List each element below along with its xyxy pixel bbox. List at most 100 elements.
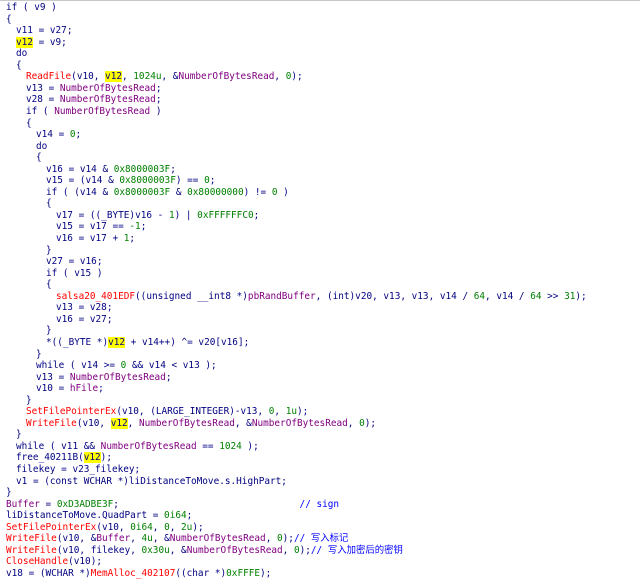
code-line[interactable]: v13 = v28; (6, 302, 112, 314)
code-line[interactable]: if ( v9 ) (6, 2, 57, 14)
variable-token[interactable]: v14 (80, 164, 97, 175)
variable-token[interactable]: v20 (198, 337, 215, 348)
global-name[interactable]: NumberOfBytesRead (70, 372, 166, 383)
pseudocode-view[interactable]: if ( v9 ){v11 = v27; v12 = v9; do{ReadFile… (0, 0, 640, 579)
code-line[interactable]: if ( NumberOfBytesRead ) (6, 106, 161, 118)
global-name[interactable]: NumberOfBytesRead (101, 441, 197, 452)
code-line[interactable]: v17 = ((_BYTE)v16 - 1) | 0xFFFFFFC0; (6, 210, 259, 222)
function-call[interactable]: CloseHandle (6, 556, 68, 567)
code-line[interactable]: } (6, 325, 52, 337)
variable-token[interactable]: v10 (77, 71, 94, 82)
code-line[interactable]: do (6, 48, 27, 60)
variable-token[interactable]: v14 (86, 175, 103, 186)
variable-token[interactable]: v9 (34, 2, 45, 13)
variable-token[interactable]: v16 (46, 164, 63, 175)
code-line[interactable]: CloseHandle(v10); (6, 556, 102, 568)
variable-token[interactable]: v14 (36, 129, 53, 140)
function-call[interactable]: salsa20_401EDF (56, 291, 135, 302)
variable-token[interactable]: v14 (81, 360, 98, 371)
variable-token[interactable]: liDistanceToMove (129, 476, 219, 487)
variable-token[interactable]: filekey (16, 464, 56, 475)
variable-token[interactable]: v1 (16, 476, 27, 487)
code-line[interactable]: } (6, 429, 22, 441)
code-line[interactable]: v13 = NumberOfBytesRead; (6, 372, 171, 384)
variable-token[interactable]: v28 (90, 302, 107, 313)
variable-token[interactable]: v18 (6, 568, 23, 579)
variable-token[interactable]: v10 (62, 545, 79, 556)
variable-token[interactable]: v9 (50, 37, 61, 48)
code-line[interactable]: } (6, 487, 12, 499)
code-line[interactable]: WriteFile(v10, v12, NumberOfBytesRead, &… (6, 417, 376, 430)
variable-token[interactable]: v14 (440, 291, 457, 302)
variable-token[interactable]: v15 (74, 268, 91, 279)
code-line[interactable]: { (6, 60, 22, 72)
highlighted-variable[interactable]: v12 (83, 452, 101, 464)
code-line[interactable]: v14 = 0; (6, 129, 81, 141)
variable-token[interactable]: v13 (183, 360, 200, 371)
variable-token[interactable]: v10 (82, 418, 99, 429)
variable-token[interactable]: v13 (241, 406, 258, 417)
variable-token[interactable]: v15 (56, 221, 73, 232)
variable-token[interactable]: v17 (90, 233, 107, 244)
variable-token[interactable]: v27 (46, 256, 63, 267)
variable-token[interactable]: v16 (135, 210, 152, 221)
global-name[interactable]: NumberOfBytesRead (178, 71, 274, 82)
function-call[interactable]: WriteFile (26, 418, 77, 429)
code-line[interactable]: v16 = v17 + 1; (6, 233, 135, 245)
code-line[interactable]: v1 = (const WCHAR *)liDistanceToMove.s.H… (6, 476, 287, 488)
highlighted-variable[interactable]: v12 (108, 336, 126, 348)
code-line[interactable]: v15 = v17 == -1; (6, 221, 146, 233)
code-line[interactable]: liDistanceToMove.QuadPart = 0i64; (6, 510, 192, 522)
code-line[interactable]: v11 = v27; (6, 25, 72, 37)
variable-token[interactable]: v14 (149, 360, 166, 371)
code-line[interactable]: } (6, 349, 42, 361)
variable-token[interactable]: liDistanceToMove (6, 510, 96, 521)
global-name[interactable]: NumberOfBytesRead (60, 94, 156, 105)
variable-token[interactable]: v10 (74, 556, 91, 567)
variable-token[interactable]: v13 (36, 372, 53, 383)
variable-token[interactable]: v13 (412, 291, 429, 302)
code-line[interactable]: { (6, 152, 42, 164)
global-name[interactable]: Buffer (6, 499, 40, 510)
variable-token[interactable]: v10 (36, 383, 53, 394)
code-line[interactable]: v12 = v9; (6, 36, 67, 49)
variable-token[interactable]: v13 (26, 83, 43, 94)
function-call[interactable]: SetFilePointerEx (6, 522, 96, 533)
code-line[interactable]: do (6, 141, 47, 153)
highlighted-variable[interactable]: v12 (16, 36, 33, 48)
variable-token[interactable]: v23_filekey (72, 464, 134, 475)
code-line[interactable]: } (6, 395, 32, 407)
variable-token[interactable]: v14 (142, 337, 159, 348)
variable-token[interactable]: v10 (102, 522, 119, 533)
code-line[interactable]: { (6, 279, 52, 291)
code-line[interactable]: v16 = v14 & 0x8000003F; (6, 164, 176, 176)
variable-token[interactable]: v11 (61, 441, 78, 452)
global-name[interactable]: NumberOfBytesRead (139, 418, 235, 429)
code-line[interactable]: v13 = NumberOfBytesRead; (6, 83, 161, 95)
code-line[interactable]: v16 = v27; (6, 314, 112, 326)
global-name[interactable]: NumberOfBytesRead (54, 106, 150, 117)
variable-token[interactable]: v16 (56, 314, 73, 325)
variable-token[interactable]: v16 (221, 337, 238, 348)
code-line[interactable]: v10 = hFile; (6, 383, 104, 395)
code-line[interactable]: { (6, 14, 12, 26)
highlighted-variable[interactable]: v12 (105, 71, 122, 83)
code-line[interactable]: { (6, 118, 32, 130)
function-call[interactable]: SetFilePointerEx (26, 406, 116, 417)
code-line[interactable]: while ( v11 && NumberOfBytesRead == 1024… (6, 441, 259, 453)
global-name[interactable]: NumberOfBytesRead (252, 418, 348, 429)
variable-token[interactable]: v15 (46, 175, 63, 186)
code-line[interactable]: free_40211B(v12); (6, 452, 112, 464)
code-line[interactable]: v28 = NumberOfBytesRead; (6, 94, 161, 106)
function-call[interactable]: ReadFile (26, 71, 71, 82)
variable-token[interactable]: v11 (16, 25, 33, 36)
global-name[interactable]: NumberOfBytesRead (187, 545, 283, 556)
code-line[interactable]: while ( v14 >= 0 && v14 < v13 ); (6, 360, 217, 372)
variable-token[interactable]: v17 (56, 210, 73, 221)
global-name[interactable]: hFile (70, 383, 98, 394)
code-line[interactable]: filekey = v23_filekey; (6, 464, 140, 476)
code-line[interactable]: v27 = v16; (6, 256, 102, 268)
code-line[interactable]: { (6, 198, 52, 210)
variable-token[interactable]: v17 (90, 221, 107, 232)
function-call[interactable]: MemAlloc_402107 (91, 568, 176, 579)
